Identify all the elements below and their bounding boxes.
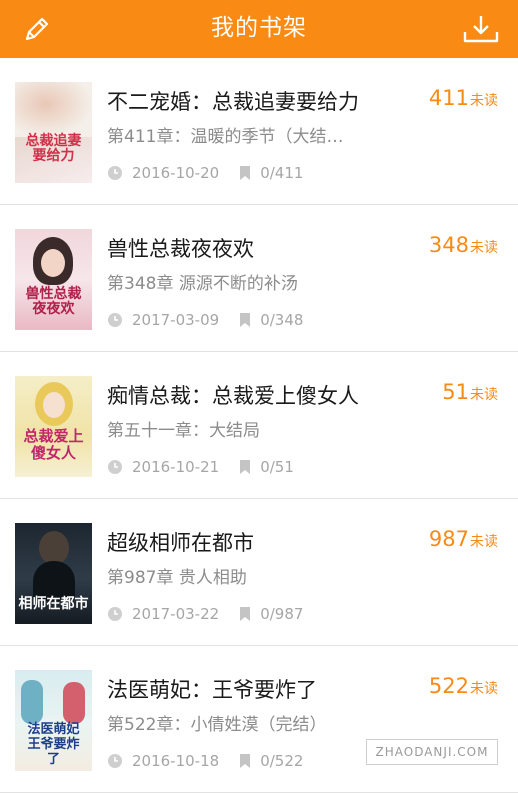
latest-chapter: 第522章：小倩姓漠（完结） <box>107 715 327 735</box>
read-progress: 0/987 <box>260 605 304 623</box>
book-row[interactable]: 兽性总裁夜夜欢 兽性总裁夜夜欢 第348章 源源不断的补汤 2017-03-09… <box>0 205 518 352</box>
read-progress: 0/51 <box>260 458 294 476</box>
bookmark-icon <box>239 753 251 769</box>
cover-title-text: 总裁爱上傻女人 <box>23 427 84 462</box>
cover-title-text: 法医萌妃王爷要炸了 <box>27 722 80 767</box>
read-progress: 0/411 <box>260 164 304 182</box>
latest-chapter: 第348章 源源不断的补汤 <box>107 274 298 294</box>
book-title: 超级相师在都市 <box>107 531 254 555</box>
read-progress: 0/348 <box>260 311 304 329</box>
book-meta: 2017-03-09 0/348 <box>107 311 303 329</box>
book-title: 痴情总裁：总裁爱上傻女人 <box>107 384 359 408</box>
unread-label: 未读 <box>470 681 498 697</box>
unread-badge: 411未读 <box>429 86 498 110</box>
book-cover[interactable]: 兽性总裁夜夜欢 <box>15 229 92 330</box>
watermark: ZHAODANJI.COM <box>366 739 498 765</box>
bookshelf-list: 总裁追妻要给力 不二宠婚：总裁追妻要给力 第411章：温暖的季节（大结… 201… <box>0 58 518 793</box>
book-meta: 2017-03-22 0/987 <box>107 605 303 623</box>
unread-badge: 51未读 <box>442 380 498 404</box>
book-meta: 2016-10-18 0/522 <box>107 752 303 770</box>
read-progress: 0/522 <box>260 752 304 770</box>
book-cover[interactable]: 相师在都市 <box>15 523 92 624</box>
book-cover[interactable]: 总裁爱上傻女人 <box>15 376 92 477</box>
bookmark-icon <box>239 606 251 622</box>
update-date: 2016-10-18 <box>132 752 220 770</box>
cover-title-text: 总裁追妻要给力 <box>25 133 82 164</box>
bookmark-icon <box>239 459 251 475</box>
clock-icon <box>107 606 123 622</box>
book-row[interactable]: 总裁爱上傻女人 痴情总裁：总裁爱上傻女人 第五十一章：大结局 2016-10-2… <box>0 352 518 499</box>
book-row[interactable]: 相师在都市 超级相师在都市 第987章 贵人相助 2017-03-22 0/98… <box>0 499 518 646</box>
unread-label: 未读 <box>470 387 498 403</box>
book-meta: 2016-10-20 0/411 <box>107 164 303 182</box>
bookmark-icon <box>239 312 251 328</box>
clock-icon <box>107 165 123 181</box>
book-cover[interactable]: 总裁追妻要给力 <box>15 82 92 183</box>
clock-icon <box>107 753 123 769</box>
bookmark-icon <box>239 165 251 181</box>
book-row[interactable]: 法医萌妃王爷要炸了 法医萌妃：王爷要炸了 第522章：小倩姓漠（完结） 2016… <box>0 646 518 793</box>
book-cover[interactable]: 法医萌妃王爷要炸了 <box>15 670 92 771</box>
unread-count: 987 <box>428 527 469 551</box>
unread-badge: 522未读 <box>429 674 498 698</box>
page-title: 我的书架 <box>211 15 307 41</box>
update-date: 2016-10-20 <box>132 164 220 182</box>
update-date: 2017-03-09 <box>132 311 220 329</box>
cover-title-text: 相师在都市 <box>18 596 89 612</box>
download-button[interactable] <box>452 0 510 58</box>
book-title: 不二宠婚：总裁追妻要给力 <box>107 90 359 114</box>
clock-icon <box>107 312 123 328</box>
app-header: 我的书架 <box>0 0 518 58</box>
download-icon <box>463 16 499 43</box>
update-date: 2016-10-21 <box>132 458 220 476</box>
book-title: 兽性总裁夜夜欢 <box>107 237 254 261</box>
unread-count: 348 <box>428 233 469 257</box>
unread-count: 411 <box>428 86 469 110</box>
clock-icon <box>107 459 123 475</box>
latest-chapter: 第五十一章：大结局 <box>107 421 260 441</box>
cover-title-text: 兽性总裁夜夜欢 <box>25 286 82 317</box>
unread-label: 未读 <box>470 93 498 109</box>
unread-badge: 348未读 <box>429 233 498 257</box>
latest-chapter: 第411章：温暖的季节（大结… <box>107 127 344 147</box>
book-meta: 2016-10-21 0/51 <box>107 458 294 476</box>
unread-count: 522 <box>428 674 469 698</box>
unread-count: 51 <box>442 380 469 404</box>
book-row[interactable]: 总裁追妻要给力 不二宠婚：总裁追妻要给力 第411章：温暖的季节（大结… 201… <box>0 58 518 205</box>
unread-badge: 987未读 <box>429 527 498 551</box>
book-title: 法医萌妃：王爷要炸了 <box>107 678 317 702</box>
unread-label: 未读 <box>470 240 498 256</box>
update-date: 2017-03-22 <box>132 605 220 623</box>
unread-label: 未读 <box>470 534 498 550</box>
latest-chapter: 第987章 贵人相助 <box>107 568 247 588</box>
